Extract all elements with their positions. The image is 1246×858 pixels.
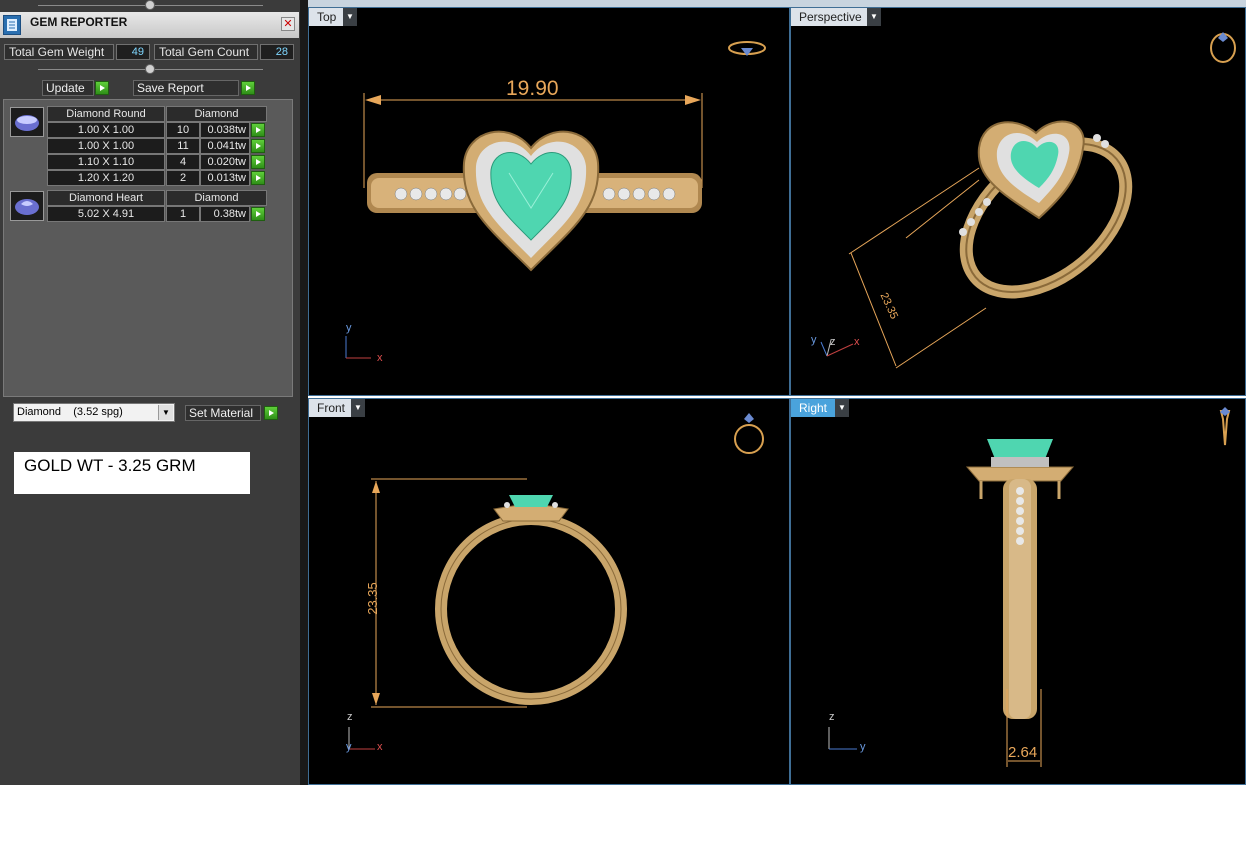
gem-size: 1.10 X 1.10 — [47, 154, 165, 170]
width-dimension-label: 2.64 — [1008, 744, 1038, 761]
axis-x-label: x — [854, 336, 860, 348]
material-select-value: Diamond (3.52 spg) — [17, 406, 123, 418]
gem-count: 11 — [166, 138, 200, 154]
total-gem-weight-label: Total Gem Weight — [4, 44, 114, 60]
viewport-right[interactable]: Right ▼ 2.64 z y — [790, 398, 1246, 785]
mid-slider-knob[interactable] — [145, 64, 155, 74]
gem-reporter-icon — [3, 15, 21, 35]
heart-diamond-icon — [10, 191, 44, 221]
gem-weight: 0.038tw — [200, 122, 250, 138]
axis-x-label: x — [377, 741, 383, 753]
gold-weight-note: GOLD WT - 3.25 GRM — [14, 452, 250, 494]
axis-x-label: x — [377, 352, 383, 364]
material-select[interactable]: Diamond (3.52 spg) ▼ — [13, 403, 175, 422]
row-go-icon[interactable] — [251, 123, 265, 137]
gem-count: 1 — [166, 206, 200, 222]
gem-size: 5.02 X 4.91 — [47, 206, 165, 222]
total-gem-count-label: Total Gem Count — [154, 44, 258, 60]
update-go-icon[interactable] — [95, 81, 109, 95]
front-view-drawing — [348, 413, 764, 750]
gem-count: 10 — [166, 122, 200, 138]
group-material: Diamond — [166, 106, 267, 122]
axis-y-label: y — [346, 322, 352, 334]
close-icon[interactable]: ✕ — [281, 17, 295, 31]
panel-title: GEM REPORTER — [30, 15, 128, 29]
total-gem-count-value: 28 — [260, 44, 294, 60]
width-dimension-label: 19.90 — [506, 77, 559, 100]
set-material-go-icon[interactable] — [264, 406, 278, 420]
gem-weight: 0.041tw — [200, 138, 250, 154]
save-report-button[interactable]: Save Report — [133, 80, 239, 96]
group-material: Diamond — [166, 190, 267, 206]
viewport-front[interactable]: Front ▼ 23.35 z y x — [308, 398, 790, 785]
axis-y-label: y — [346, 741, 352, 753]
gem-weight: 0.38tw — [200, 206, 250, 222]
gem-weight: 0.013tw — [200, 170, 250, 186]
top-tab-strip — [308, 0, 1246, 7]
total-gem-weight-value: 49 — [116, 44, 150, 60]
row-go-icon[interactable] — [251, 207, 265, 221]
save-report-go-icon[interactable] — [241, 81, 255, 95]
chevron-down-icon[interactable]: ▼ — [158, 405, 173, 420]
gem-size: 1.00 X 1.00 — [47, 122, 165, 138]
viewport-top[interactable]: Top ▼ 19.90 y x — [308, 7, 790, 396]
gem-count: 2 — [166, 170, 200, 186]
row-go-icon[interactable] — [251, 171, 265, 185]
axis-z-label: z — [830, 336, 836, 348]
gem-size: 1.20 X 1.20 — [47, 170, 165, 186]
row-go-icon[interactable] — [251, 155, 265, 169]
right-view-drawing — [828, 407, 1231, 767]
group-name: Diamond Heart — [47, 190, 165, 206]
axis-z-label: z — [347, 711, 353, 723]
round-diamond-icon — [10, 107, 44, 137]
top-slider-knob[interactable] — [145, 0, 155, 10]
set-material-button[interactable]: Set Material — [185, 405, 261, 421]
top-view-drawing — [345, 41, 766, 359]
update-button[interactable]: Update — [42, 80, 94, 96]
viewport-perspective[interactable]: Perspective ▼ 23.35 y z x — [790, 7, 1246, 396]
panel-title-bar: GEM REPORTER ✕ — [0, 12, 299, 38]
group-name: Diamond Round — [47, 106, 165, 122]
height-dimension-label: 23.35 — [364, 582, 380, 615]
axis-y-label: y — [860, 741, 866, 753]
gem-size: 1.00 X 1.00 — [47, 138, 165, 154]
axis-y-label: y — [811, 334, 817, 346]
axis-z-label: z — [829, 711, 835, 723]
panel-divider — [300, 0, 308, 785]
gem-weight: 0.020tw — [200, 154, 250, 170]
gem-count: 4 — [166, 154, 200, 170]
row-go-icon[interactable] — [251, 139, 265, 153]
